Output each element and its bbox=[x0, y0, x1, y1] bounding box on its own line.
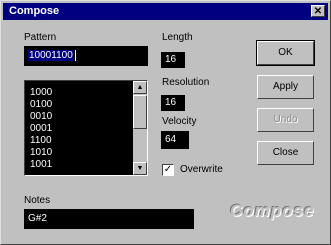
list-item[interactable]: 0010 bbox=[30, 111, 52, 123]
list-item[interactable]: 0100 bbox=[30, 99, 52, 111]
compose-dialog: Compose ✕ Pattern 10001100 1000 0100 001… bbox=[0, 0, 331, 245]
ok-button[interactable]: OK bbox=[256, 40, 315, 66]
velocity-label: Velocity bbox=[162, 116, 197, 127]
list-item[interactable]: 1010 bbox=[30, 147, 52, 159]
notes-input[interactable]: G#2 bbox=[24, 209, 194, 229]
list-scrollbar[interactable]: ▲ ▼ bbox=[133, 81, 147, 175]
pattern-input[interactable]: 10001100 bbox=[24, 46, 148, 66]
compose-logo: Compose bbox=[230, 201, 315, 220]
length-label: Length bbox=[162, 32, 193, 43]
pattern-value: 10001100 bbox=[28, 50, 74, 61]
overwrite-label[interactable]: Overwrite bbox=[180, 164, 223, 176]
title-bar[interactable]: Compose ✕ bbox=[3, 3, 328, 20]
text-caret bbox=[74, 49, 76, 61]
resolution-label: Resolution bbox=[162, 77, 210, 88]
apply-button[interactable]: Apply bbox=[257, 75, 314, 99]
scroll-thumb[interactable] bbox=[133, 95, 147, 129]
pattern-label: Pattern bbox=[24, 32, 57, 43]
scroll-down-button[interactable]: ▼ bbox=[133, 162, 147, 175]
undo-button[interactable]: Undo bbox=[257, 108, 314, 132]
list-item[interactable]: 1100 bbox=[30, 135, 52, 147]
list-item[interactable]: 1001 bbox=[30, 159, 52, 171]
list-item[interactable]: 0001 bbox=[30, 123, 52, 135]
close-button[interactable]: Close bbox=[257, 141, 314, 165]
notes-label: Notes bbox=[24, 195, 51, 206]
overwrite-checkbox[interactable]: ✓ bbox=[162, 164, 174, 176]
pattern-list-items: 1000 0100 0010 0001 1100 1010 1001 bbox=[30, 87, 52, 171]
pattern-list[interactable]: 1000 0100 0010 0001 1100 1010 1001 ▲ ▼ bbox=[24, 80, 148, 176]
length-input[interactable]: 16 bbox=[161, 52, 185, 68]
window-close-button[interactable]: ✕ bbox=[311, 5, 325, 17]
resolution-input[interactable]: 16 bbox=[161, 95, 185, 111]
window-title: Compose bbox=[9, 5, 60, 17]
scroll-up-button[interactable]: ▲ bbox=[133, 81, 147, 94]
velocity-input[interactable]: 64 bbox=[161, 131, 189, 149]
list-item[interactable]: 1000 bbox=[30, 87, 52, 99]
